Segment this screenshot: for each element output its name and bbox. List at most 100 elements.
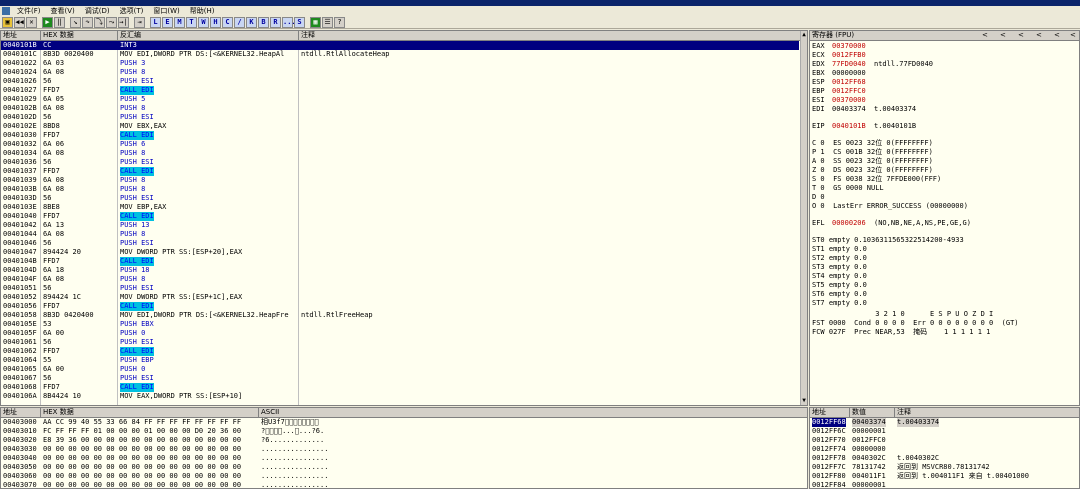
reg-nav-2[interactable]: < [998,31,1008,40]
scroll-up-arrow-icon[interactable]: ▲ [801,31,807,39]
disasm-row[interactable]: 0040104B FFD7 CALL EDI [1,257,799,266]
disasm-row[interactable]: 00401062 FFD7 CALL EDI [1,347,799,356]
disasm-row[interactable]: 00401046 56 PUSH ESI [1,239,799,248]
disasm-row[interactable]: 00401024 6A 08 PUSH 8 [1,68,799,77]
disasm-row[interactable]: 00401067 56 PUSH ESI [1,374,799,383]
log-window-button[interactable]: L [150,16,161,28]
dump-row[interactable]: 00403020 E8 39 36 00 00 00 00 00 00 00 00… [1,436,807,445]
help-icon[interactable]: ? [334,16,345,28]
dump-row[interactable]: 00403030 00 00 00 00 00 00 00 00 00 00 00… [1,445,807,454]
disasm-row[interactable]: 0040102B 6A 08 PUSH 8 [1,104,799,113]
disasm-row[interactable]: 0040102D 56 PUSH ESI [1,113,799,122]
cpu-window-button[interactable]: C [222,16,233,28]
trace-over-icon[interactable]: ⤳ [106,16,117,28]
goto-icon[interactable]: ⇥ [134,16,145,28]
disasm-row[interactable]: 0040101C 8B3D 0020400 MOV EDI,DWORD PTR DS… [1,50,799,59]
pause-icon[interactable]: ‖ [54,16,65,28]
windows-window-button[interactable]: W [198,16,209,28]
menu-help[interactable]: 帮助(H) [185,6,220,16]
disasm-row[interactable]: 0040103D 56 PUSH ESI [1,194,799,203]
dump-col-hex-header[interactable]: HEX 数据 [41,408,259,417]
disasm-row[interactable]: 0040103E 8BE8 MOV EBP,EAX [1,203,799,212]
handles-window-button[interactable]: H [210,16,221,28]
menu-file[interactable]: 文件(F) [12,6,46,16]
step-into-icon[interactable]: ↘ [70,16,81,28]
source-window-button[interactable]: S [294,16,305,28]
disasm-row[interactable]: 0040101B CC INT3 [1,41,799,50]
stack-row[interactable]: 0012FF80 004011F1 返回到 t.004011F1 来自 t.0040… [810,472,1079,481]
run-trace-window-button[interactable]: ... [282,16,296,28]
col-hex-header[interactable]: HEX 数据 [41,31,118,40]
disasm-row[interactable]: 00401064 55 PUSH EBP [1,356,799,365]
disasm-row[interactable]: 00401027 FFD7 CALL EDI [1,86,799,95]
stack-row[interactable]: 0012FF70 0012FFC0 [810,436,1079,445]
menu-options[interactable]: 选项(T) [115,6,149,16]
stack-row[interactable]: 0012FF74 00000000 [810,445,1079,454]
patches-window-button[interactable]: / [234,16,245,28]
menu-window[interactable]: 窗口(W) [148,6,184,16]
disasm-row[interactable]: 00401022 6A 03 PUSH 3 [1,59,799,68]
reg-nav-3[interactable]: < [1016,31,1026,40]
step-over-icon[interactable]: ↷ [82,16,93,28]
disasm-row[interactable]: 00401065 6A 00 PUSH 0 [1,365,799,374]
disassembly-scrollbar[interactable]: ▲ ▼ [800,31,807,405]
modules-window-button[interactable]: E [162,16,173,28]
stack-row[interactable]: 0012FF78 0040302C t.0040302C [810,454,1079,463]
disasm-row[interactable]: 00401034 6A 08 PUSH 8 [1,149,799,158]
open-icon[interactable]: ▣ [2,16,13,28]
disasm-row[interactable]: 00401044 6A 08 PUSH 8 [1,230,799,239]
stack-col-value-header[interactable]: 数值 [850,408,895,417]
col-comment-header[interactable]: 注释 [299,31,799,40]
stack-row[interactable]: 0012FF84 00000001 [810,481,1079,488]
close-icon[interactable]: ✕ [26,16,37,28]
disasm-row[interactable]: 00401061 56 PUSH ESI [1,338,799,347]
disasm-row[interactable]: 0040106A 8B4424 10 MOV EAX,DWORD PTR SS:[E… [1,392,799,401]
disasm-row[interactable]: 00401026 56 PUSH ESI [1,77,799,86]
disasm-row[interactable]: 00401040 FFD7 CALL EDI [1,212,799,221]
menu-debug[interactable]: 调试(D) [80,6,115,16]
breakpoints-window-button[interactable]: B [258,16,269,28]
callstack-window-button[interactable]: K [246,16,257,28]
dump-row[interactable]: 00403000 AA CC 99 40 55 33 66 84 FF FF FF… [1,418,807,427]
disasm-row[interactable]: 00401029 6A 05 PUSH 5 [1,95,799,104]
reg-nav-6[interactable]: < [1068,31,1078,40]
registers-title[interactable]: 寄存器 (FPU) [810,31,890,40]
stack-row[interactable]: 0012FF68 00403374 t.00403374 [810,418,1079,427]
disasm-row[interactable]: 00401030 FFD7 CALL EDI [1,131,799,140]
disasm-row[interactable]: 0040105F 6A 00 PUSH 0 [1,329,799,338]
dump-row[interactable]: 00403060 00 00 00 00 00 00 00 00 00 00 00… [1,472,807,481]
run-icon[interactable]: ▶ [42,16,53,28]
stack-col-comment-header[interactable]: 注释 [895,408,1079,417]
app-icon[interactable] [2,7,10,15]
threads-window-button[interactable]: T [186,16,197,28]
menu-view[interactable]: 查看(V) [46,6,80,16]
stack-row[interactable]: 0012FF6C 00000001 [810,427,1079,436]
disasm-row[interactable]: 00401056 FFD7 CALL EDI [1,302,799,311]
disasm-row[interactable]: 0040102E 8BD8 MOV EBX,EAX [1,122,799,131]
disasm-row[interactable]: 0040104D 6A 18 PUSH 18 [1,266,799,275]
disasm-row[interactable]: 00401068 FFD7 CALL EDI [1,383,799,392]
disasm-row[interactable]: 00401032 6A 06 PUSH 6 [1,140,799,149]
list-icon[interactable]: ☰ [322,16,333,28]
dump-row[interactable]: 00403010 FC FF FF FF 01 00 00 00 01 00 00… [1,427,807,436]
memory-window-button[interactable]: M [174,16,185,28]
trace-into-icon[interactable]: ⤵ [94,16,105,28]
disasm-row[interactable]: 00401042 6A 13 PUSH 13 [1,221,799,230]
disasm-row[interactable]: 00401039 6A 08 PUSH 8 [1,176,799,185]
disasm-row[interactable]: 00401047 894424 20 MOV DWORD PTR SS:[ESP+2… [1,248,799,257]
stack-col-address-header[interactable]: 地址 [810,408,850,417]
options-grid-icon[interactable]: ▦ [310,16,321,28]
reg-nav-1[interactable]: < [980,31,990,40]
execute-till-return-icon[interactable]: →| [118,16,129,28]
dump-row[interactable]: 00403050 00 00 00 00 00 00 00 00 00 00 00… [1,463,807,472]
disasm-row[interactable]: 0040105E 53 PUSH EBX [1,320,799,329]
dump-col-address-header[interactable]: 地址 [1,408,41,417]
references-window-button[interactable]: R [270,16,281,28]
disasm-row[interactable]: 00401037 FFD7 CALL EDI [1,167,799,176]
disasm-row[interactable]: 00401051 56 PUSH ESI [1,284,799,293]
dump-row[interactable]: 00403070 00 00 00 00 00 00 00 00 00 00 00… [1,481,807,488]
col-address-header[interactable]: 地址 [1,31,41,40]
dump-col-ascii-header[interactable]: ASCII [259,408,799,417]
disasm-row[interactable]: 0040104F 6A 08 PUSH 8 [1,275,799,284]
disasm-row[interactable]: 00401036 56 PUSH ESI [1,158,799,167]
